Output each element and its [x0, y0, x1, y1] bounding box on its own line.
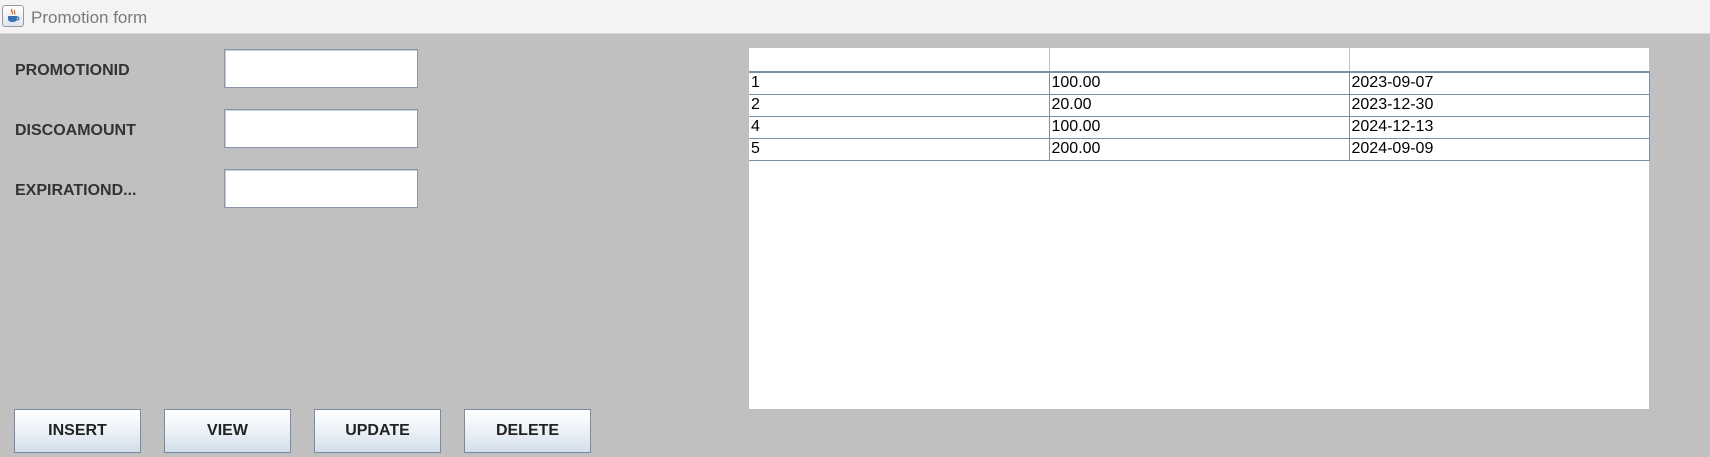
discoamount-label: DISCOAMOUNT [15, 122, 136, 139]
column-header[interactable] [1349, 48, 1650, 73]
update-button[interactable]: UPDATE [314, 409, 441, 453]
column-header[interactable] [1049, 48, 1350, 73]
table-header-row [749, 48, 1650, 73]
promotionid-field[interactable] [224, 49, 418, 88]
table-cell[interactable]: 100.00 [1048, 72, 1350, 95]
table-cell[interactable]: 20.00 [1048, 94, 1350, 117]
table-cell[interactable]: 2023-12-30 [1348, 94, 1650, 117]
promotions-table[interactable]: 1 100.00 2023-09-07 2 20.00 2023-12-30 4… [749, 48, 1650, 161]
promotionid-label: PROMOTIONID [15, 62, 130, 79]
table-cell[interactable]: 100.00 [1048, 116, 1350, 139]
discoamount-field[interactable] [224, 109, 418, 148]
view-button[interactable]: VIEW [164, 409, 291, 453]
title-bar: Promotion form [0, 0, 1710, 34]
table-cell[interactable]: 2024-09-09 [1348, 138, 1650, 161]
table-row[interactable]: 1 100.00 2023-09-07 [749, 72, 1650, 95]
java-cup-icon [2, 5, 24, 27]
table-cell[interactable]: 2023-09-07 [1348, 72, 1650, 95]
window-title: Promotion form [31, 8, 148, 27]
table-cell[interactable]: 200.00 [1048, 138, 1350, 161]
table-cell[interactable]: 1 [749, 72, 1050, 95]
table-row[interactable]: 2 20.00 2023-12-30 [749, 94, 1650, 117]
table-row[interactable]: 4 100.00 2024-12-13 [749, 116, 1650, 139]
insert-button[interactable]: INSERT [14, 409, 141, 453]
table-cell[interactable]: 4 [749, 116, 1050, 139]
table-row[interactable]: 5 200.00 2024-09-09 [749, 138, 1650, 161]
promotions-table-panel[interactable]: 1 100.00 2023-09-07 2 20.00 2023-12-30 4… [749, 48, 1650, 409]
table-cell[interactable]: 2024-12-13 [1348, 116, 1650, 139]
column-header[interactable] [749, 48, 1050, 73]
delete-button[interactable]: DELETE [464, 409, 591, 453]
table-cell[interactable]: 2 [749, 94, 1050, 117]
expirationdate-label: EXPIRATIOND... [15, 182, 137, 199]
table-cell[interactable]: 5 [749, 138, 1050, 161]
expirationdate-field[interactable] [224, 169, 418, 208]
